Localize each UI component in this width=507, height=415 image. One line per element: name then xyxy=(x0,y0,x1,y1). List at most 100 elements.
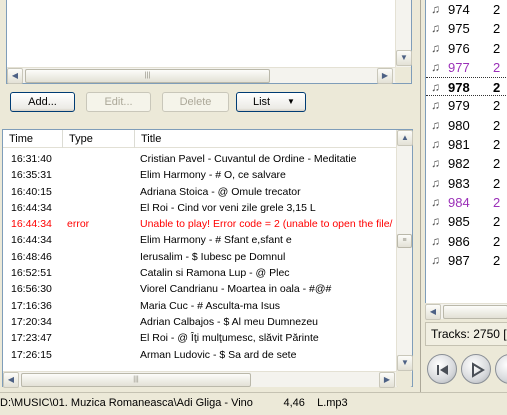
log-row[interactable]: 17:16:36 Maria Cuc - # Asculta-ma Isus xyxy=(3,298,397,314)
next-button[interactable] xyxy=(495,354,507,384)
track-number: 977 xyxy=(448,59,470,75)
track-number: 980 xyxy=(448,117,470,133)
log-title: Adrian Calbajos - $ Al meu Dumnezeu xyxy=(140,315,319,328)
track-item[interactable]: ♫ 986 2 xyxy=(426,232,507,251)
log-time: 17:23:47 xyxy=(11,332,52,345)
music-note-icon: ♫ xyxy=(431,137,440,152)
track-item[interactable]: ♫ 984 2 xyxy=(426,193,507,212)
log-row[interactable]: 16:56:30 Viorel Candrianu - Moartea in oa… xyxy=(3,281,397,297)
track-item[interactable]: ♫ 981 2 xyxy=(426,135,507,154)
music-note-icon: ♫ xyxy=(431,214,440,229)
log-row[interactable]: 16:48:46 Ierusalim - $ Iubesc pe Domnul xyxy=(3,249,397,265)
log-row[interactable]: 16:35:31 Elim Harmony - # O, ce salvare xyxy=(3,167,397,183)
track-item[interactable]: ♫ 987 2 xyxy=(426,251,507,270)
top-list-horizontal-scrollbar[interactable]: ◀ ||| ▶ xyxy=(7,67,411,84)
scroll-corner xyxy=(395,67,411,83)
column-header-time[interactable]: Time xyxy=(3,130,63,148)
log-header: Time Type Title xyxy=(3,130,397,148)
edit-button[interactable]: Edit... xyxy=(86,92,151,112)
track-number: 981 xyxy=(448,137,470,153)
column-header-type[interactable]: Type xyxy=(63,130,135,148)
track-extra: 2 xyxy=(493,59,501,75)
log-horizontal-scrollbar[interactable]: ◀ ||| ▶ xyxy=(3,371,397,388)
scroll-thumb[interactable] xyxy=(443,305,507,319)
music-note-icon: ♫ xyxy=(431,40,440,55)
status-file-path: D:\MUSIC\01. Muzica Romaneasca\Adi Gliga… xyxy=(0,397,348,409)
track-number: 987 xyxy=(448,252,470,268)
log-title: Viorel Candrianu - Moartea in oala - #@# xyxy=(140,283,332,296)
scroll-thumb[interactable]: ≡ xyxy=(397,234,412,248)
track-item[interactable]: ♫ 976 2 xyxy=(426,39,507,58)
top-list-box[interactable]: ▼ ◀ ||| ▶ xyxy=(6,0,412,84)
log-time: 17:26:15 xyxy=(11,348,52,361)
track-number: 975 xyxy=(448,21,470,37)
log-title: Unable to play! Error code = 2 (unable t… xyxy=(140,218,393,231)
log-title: Catalin si Ramona Lup - @ Plec xyxy=(140,267,290,280)
track-extra: 2 xyxy=(493,175,501,191)
scroll-thumb[interactable]: ||| xyxy=(21,373,251,387)
track-number: 986 xyxy=(448,233,470,249)
track-item[interactable]: ♫ 982 2 xyxy=(426,154,507,173)
log-vertical-scrollbar[interactable]: ▲ ≡ ▼ xyxy=(396,130,413,371)
track-item[interactable]: ♫ 977 2 xyxy=(426,58,507,77)
log-title: Elim Harmony - # Sfant e,sfant e xyxy=(140,234,292,247)
log-title: El Roi - Cind vor veni zile grele 3,15 L xyxy=(140,201,316,214)
track-number: 976 xyxy=(448,40,470,56)
log-time: 16:44:34 xyxy=(11,234,52,247)
log-time: 17:16:36 xyxy=(11,299,52,312)
log-row[interactable]: 17:20:34 Adrian Calbajos - $ Al meu Dumne… xyxy=(3,314,397,330)
log-title: Maria Cuc - # Asculta-ma Isus xyxy=(140,299,281,312)
track-item[interactable]: ♫ 978 2 xyxy=(426,77,507,97)
panel-splitter[interactable] xyxy=(0,121,415,128)
track-item[interactable]: ♫ 980 2 xyxy=(426,116,507,135)
music-note-icon: ♫ xyxy=(431,2,440,16)
add-button[interactable]: Add... xyxy=(10,92,75,112)
playlist-horizontal-scrollbar[interactable]: ◀ xyxy=(425,303,507,320)
music-note-icon: ♫ xyxy=(431,59,440,74)
log-row[interactable]: 16:44:34 Elim Harmony - # Sfant e,sfant e xyxy=(3,232,397,248)
track-number: 983 xyxy=(448,175,470,191)
music-note-icon: ♫ xyxy=(431,252,440,267)
log-title: Arman Ludovic - $ Sa ard de sete xyxy=(140,348,297,361)
log-row[interactable]: 16:52:51 Catalin si Ramona Lup - @ Plec xyxy=(3,265,397,281)
track-extra: 2 xyxy=(493,137,501,153)
scroll-thumb[interactable]: ||| xyxy=(25,69,270,83)
log-rows: 16:31:40 Cristian Pavel - Cuvantul de Ord… xyxy=(3,151,397,371)
list-menu-button[interactable]: List ▼ xyxy=(236,92,306,112)
transport-controls xyxy=(425,352,507,388)
scroll-right-button[interactable]: ▶ xyxy=(377,68,393,84)
log-type: error xyxy=(67,218,90,231)
track-extra: 2 xyxy=(493,214,501,230)
previous-button[interactable] xyxy=(427,354,457,384)
column-header-title[interactable]: Title xyxy=(135,130,397,148)
music-note-icon: ♫ xyxy=(431,98,440,113)
log-row[interactable]: 16:44:34 error Unable to play! Error code … xyxy=(3,216,397,232)
scroll-left-button[interactable]: ◀ xyxy=(7,68,23,84)
log-row[interactable]: 17:26:15 Arman Ludovic - $ Sa ard de sete xyxy=(3,347,397,363)
scroll-left-button[interactable]: ◀ xyxy=(425,304,441,320)
log-row[interactable]: 16:31:40 Cristian Pavel - Cuvantul de Ord… xyxy=(3,151,397,167)
log-time: 16:52:51 xyxy=(11,267,52,280)
log-time: 16:44:34 xyxy=(11,201,52,214)
scroll-right-button[interactable]: ▶ xyxy=(379,372,395,388)
scroll-up-button[interactable]: ▲ xyxy=(397,130,413,146)
log-row[interactable]: 17:23:47 El Roi - @ Îţi mulţumesc, slăvit… xyxy=(3,330,397,346)
top-list-panel: ▼ ◀ ||| ▶ Add... Edit... Delete List ▼ xyxy=(0,0,415,121)
log-row[interactable]: 16:40:15 Adriana Stoica - @ Omule trecato… xyxy=(3,184,397,200)
log-row[interactable]: 16:44:34 El Roi - Cind vor veni zile grel… xyxy=(3,200,397,216)
list-button-label: List xyxy=(253,96,271,108)
play-button[interactable] xyxy=(461,354,491,384)
scroll-left-button[interactable]: ◀ xyxy=(3,372,19,388)
track-list[interactable]: ♫ 974 2 ♫ 975 2 ♫ 976 2 ♫ 977 2 ♫ 978 2 ♫ 979 2 ♫ 980 2 ♫ 981 2… xyxy=(425,0,507,305)
scroll-down-button[interactable]: ▼ xyxy=(397,355,413,371)
track-item[interactable]: ♫ 983 2 xyxy=(426,174,507,193)
track-item[interactable]: ♫ 974 2 xyxy=(426,0,507,19)
track-item[interactable]: ♫ 985 2 xyxy=(426,212,507,231)
track-item[interactable]: ♫ 975 2 xyxy=(426,19,507,38)
track-number: 978 xyxy=(448,80,470,96)
scroll-down-button[interactable]: ▼ xyxy=(396,50,412,66)
track-number: 984 xyxy=(448,194,470,210)
delete-button[interactable]: Delete xyxy=(162,92,229,112)
top-list-vertical-scrollbar[interactable]: ▼ xyxy=(395,0,412,67)
track-item[interactable]: ♫ 979 2 xyxy=(426,96,507,115)
